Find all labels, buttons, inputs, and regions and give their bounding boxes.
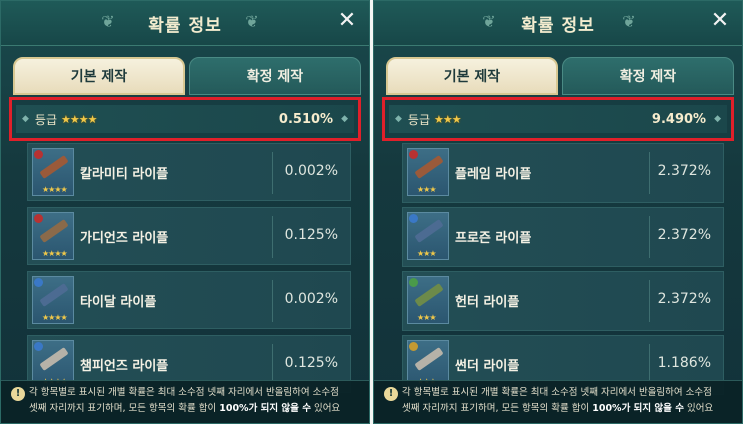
probability-panel-left: ❦ 확률 정보 ❦ ✕ 기본 제작 확정 제작 ◆ 등급 ★★★★ 0.510%… — [0, 0, 370, 424]
grade-row-highlight: ◆ 등급 ★★★ 9.490% ◆ — [382, 97, 734, 141]
rifle-icon: ★★★★ — [32, 148, 74, 196]
item-name: 썬더 라이플 — [455, 359, 520, 374]
notice-line-1: 각 항목별로 표시된 개별 확률은 최대 소수점 넷째 자리에서 반올림하여 소… — [402, 387, 712, 398]
tab-bar: 기본 제작 확정 제작 — [386, 57, 734, 95]
panel-header: ❦ 확률 정보 ❦ ✕ — [1, 1, 369, 46]
tab-basic-craft[interactable]: 기본 제작 — [13, 57, 185, 95]
rifle-icon: ★★★★ — [32, 212, 74, 260]
item-stars: ★★★★ — [42, 185, 68, 194]
panel-header: ❦ 확률 정보 ❦ ✕ — [374, 1, 742, 46]
grade-label: 등급 — [407, 112, 431, 127]
tab-guaranteed-craft[interactable]: 확정 제작 — [189, 57, 361, 95]
diamond-icon: ◆ — [341, 114, 348, 124]
item-probability: 2.372% — [657, 291, 711, 307]
close-icon[interactable]: ✕ — [335, 9, 359, 33]
item-probability: 2.372% — [657, 163, 711, 179]
item-stars: ★★★ — [417, 185, 436, 194]
probability-notice: ! 각 항목별로 표시된 개별 확률은 최대 소수점 넷째 자리에서 반올림하여… — [374, 380, 742, 423]
tab-guaranteed-craft[interactable]: 확정 제작 — [562, 57, 734, 95]
item-stars: ★★★ — [417, 249, 436, 258]
diamond-icon: ◆ — [714, 114, 721, 124]
item-list: ★★★ 플레임 라이플 2.372% ★★★ 프로즌 라이플 2.372% ★★… — [402, 143, 724, 399]
item-probability: 0.125% — [284, 227, 338, 243]
grade-row[interactable]: ◆ 등급 ★★★★ 0.510% ◆ — [16, 105, 354, 133]
panel-title: 확률 정보 — [148, 16, 222, 36]
grade-label: 등급 — [34, 112, 58, 127]
probability-notice: ! 각 항목별로 표시된 개별 확률은 최대 소수점 넷째 자리에서 반올림하여… — [1, 380, 369, 423]
item-name: 챔피언즈 라이플 — [80, 359, 169, 374]
rifle-icon: ★★★ — [407, 276, 449, 324]
list-item[interactable]: ★★★ 플레임 라이플 2.372% — [402, 143, 724, 203]
notice-emphasis: 100%가 되지 않을 수 — [592, 403, 684, 414]
item-name: 플레임 라이플 — [455, 167, 532, 182]
list-item[interactable]: ★★★★ 칼라미티 라이플 0.002% — [27, 143, 351, 201]
diamond-icon: ◆ — [22, 114, 29, 124]
item-probability: 1.186% — [657, 355, 711, 371]
item-stars: ★★★ — [417, 313, 436, 322]
list-item[interactable]: ★★★★ 타이달 라이플 0.002% — [27, 271, 351, 329]
item-probability: 0.002% — [284, 291, 338, 307]
notice-text: 각 항목별로 표시된 개별 확률은 최대 소수점 넷째 자리에서 반올림하여 소… — [29, 385, 357, 417]
item-probability: 0.125% — [284, 355, 338, 371]
grade-row-highlight: ◆ 등급 ★★★★ 0.510% ◆ — [9, 97, 361, 141]
item-name: 타이달 라이플 — [80, 295, 157, 310]
element-badge-icon — [409, 150, 418, 159]
list-item[interactable]: ★★★ 헌터 라이플 2.372% — [402, 271, 724, 331]
list-item[interactable]: ★★★ 프로즌 라이플 2.372% — [402, 207, 724, 267]
notice-text: 각 항목별로 표시된 개별 확률은 최대 소수점 넷째 자리에서 반올림하여 소… — [402, 385, 730, 417]
grade-stars-icon: ★★★★ — [61, 112, 97, 126]
element-badge-icon — [409, 342, 418, 351]
panel-title: 확률 정보 — [521, 16, 595, 36]
grade-row[interactable]: ◆ 등급 ★★★ 9.490% ◆ — [389, 105, 727, 133]
element-badge-icon — [34, 150, 43, 159]
grade-probability: 9.490% — [651, 111, 707, 127]
info-icon: ! — [384, 387, 398, 401]
item-stars: ★★★★ — [42, 313, 68, 322]
element-badge-icon — [34, 342, 43, 351]
rifle-icon: ★★★ — [407, 212, 449, 260]
element-badge-icon — [409, 278, 418, 287]
leaf-ornament-icon: ❦ — [622, 12, 636, 31]
item-name: 프로즌 라이플 — [455, 231, 532, 246]
item-name: 헌터 라이플 — [455, 295, 520, 310]
element-badge-icon — [34, 214, 43, 223]
tab-basic-craft[interactable]: 기본 제작 — [386, 57, 558, 95]
item-name: 칼라미티 라이플 — [80, 167, 169, 182]
rifle-icon: ★★★ — [407, 148, 449, 196]
item-stars: ★★★★ — [42, 249, 68, 258]
probability-panel-right: ❦ 확률 정보 ❦ ✕ 기본 제작 확정 제작 ◆ 등급 ★★★ 9.490% … — [373, 0, 743, 424]
notice-emphasis: 100%가 되지 않을 수 — [219, 403, 311, 414]
notice-line-2: 셋째 자리까지 표기하며, 모든 항목의 확률 합이 100%가 되지 않을 수… — [402, 403, 714, 414]
item-name: 가디언즈 라이플 — [80, 231, 169, 246]
item-list: ★★★★ 칼라미티 라이플 0.002% ★★★★ 가디언즈 라이플 0.125… — [27, 143, 351, 399]
tab-bar: 기본 제작 확정 제작 — [13, 57, 361, 95]
grade-probability: 0.510% — [278, 111, 334, 127]
notice-line-1: 각 항목별로 표시된 개별 확률은 최대 소수점 넷째 자리에서 반올림하여 소… — [29, 387, 339, 398]
item-probability: 2.372% — [657, 227, 711, 243]
close-icon[interactable]: ✕ — [708, 9, 732, 33]
info-icon: ! — [11, 387, 25, 401]
element-badge-icon — [34, 278, 43, 287]
list-item[interactable]: ★★★★ 가디언즈 라이플 0.125% — [27, 207, 351, 265]
rifle-icon: ★★★★ — [32, 276, 74, 324]
notice-line-2: 셋째 자리까지 표기하며, 모든 항목의 확률 합이 100%가 되지 않을 수… — [29, 403, 341, 414]
element-badge-icon — [409, 214, 418, 223]
grade-stars-icon: ★★★ — [434, 112, 462, 126]
leaf-ornament-icon: ❦ — [245, 12, 259, 31]
diamond-icon: ◆ — [395, 114, 402, 124]
item-probability: 0.002% — [284, 163, 338, 179]
